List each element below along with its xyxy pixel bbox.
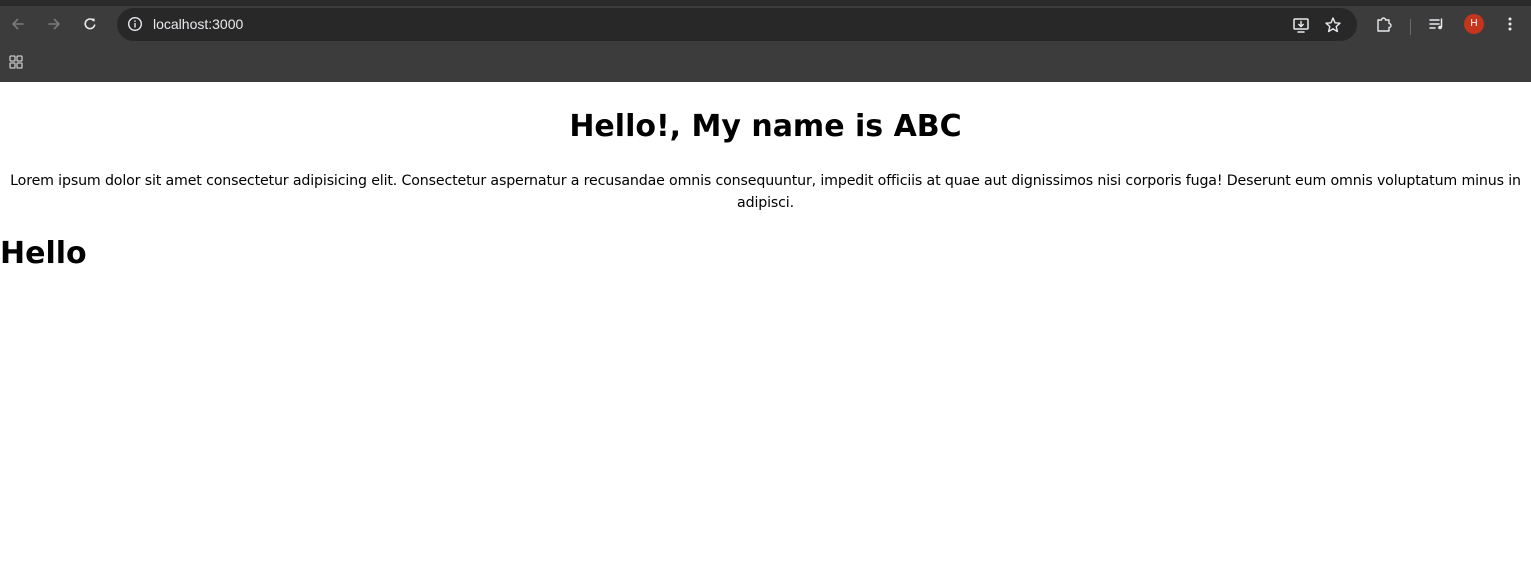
address-bar[interactable]: localhost:3000 [117, 8, 1357, 41]
avatar: H [1464, 14, 1484, 34]
apps-grid-icon [9, 55, 23, 69]
puzzle-icon [1377, 17, 1392, 32]
reload-icon [84, 18, 96, 30]
forward-arrow-icon [48, 18, 60, 30]
bookmark-button[interactable] [1322, 14, 1344, 36]
star-icon [1325, 17, 1341, 33]
browser-toolbar: localhost:3000 H [0, 6, 1531, 42]
extensions-button[interactable] [1369, 9, 1399, 39]
url-text[interactable]: localhost:3000 [153, 16, 243, 33]
info-icon [127, 16, 143, 32]
toolbar-divider [1410, 19, 1411, 35]
intro-paragraph: Lorem ipsum dolor sit amet consectetur a… [10, 173, 1521, 211]
kebab-menu-icon [1508, 17, 1512, 31]
back-button[interactable] [3, 9, 33, 39]
bookmarks-bar [0, 46, 1531, 78]
forward-button[interactable] [39, 9, 69, 39]
install-app-button[interactable] [1290, 14, 1312, 36]
page-content: Hello!, My name is ABC Lorem ipsum dolor… [0, 82, 1531, 584]
media-controls-button[interactable] [1422, 9, 1452, 39]
install-app-icon [1293, 18, 1309, 33]
browser-chrome: localhost:3000 H [0, 0, 1531, 82]
browser-menu-button[interactable] [1495, 9, 1525, 39]
apps-button[interactable] [5, 51, 27, 73]
page-title: Hello!, My name is ABC [569, 109, 962, 144]
site-info-button[interactable] [126, 15, 144, 33]
section-heading: Hello [0, 236, 87, 271]
media-controls-icon [1429, 18, 1443, 30]
profile-button[interactable]: H [1459, 9, 1489, 39]
reload-button[interactable] [75, 9, 105, 39]
back-arrow-icon [12, 18, 24, 30]
